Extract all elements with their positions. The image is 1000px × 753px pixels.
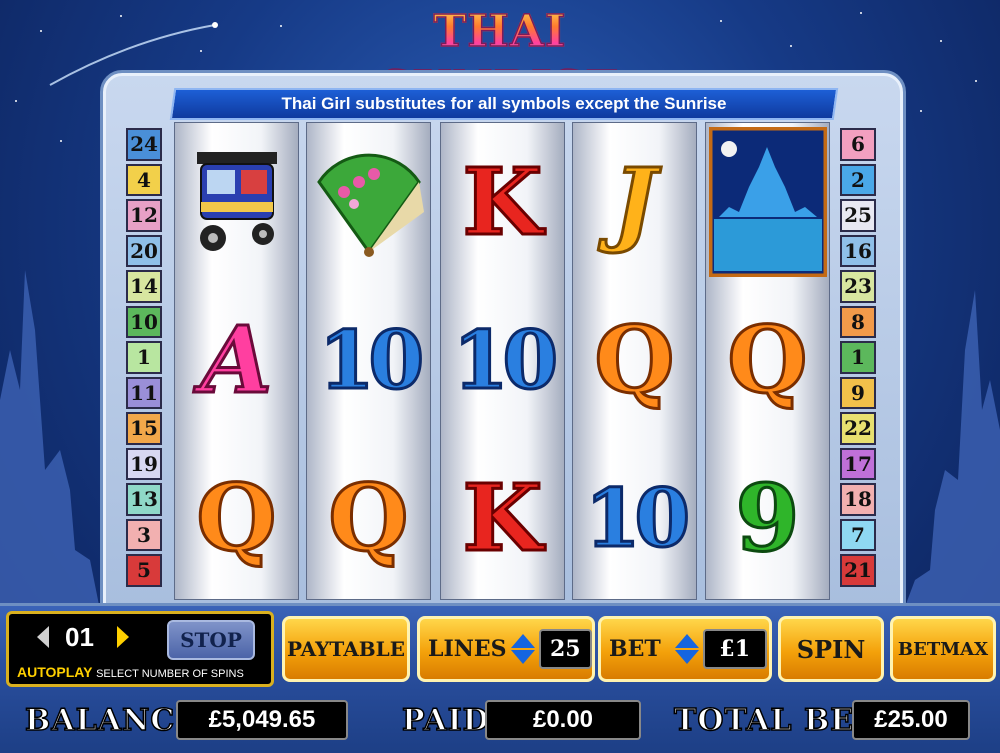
symbol-q-icon: Q — [327, 463, 410, 574]
spin-increase-button[interactable] — [117, 626, 129, 648]
symbol-a-icon: A — [199, 305, 273, 416]
bet-control: BET £1 — [598, 616, 772, 682]
autoplay-label: AUTOPLAY — [17, 664, 93, 680]
lines-control: LINES 25 — [417, 616, 595, 682]
betmax-button[interactable]: BETMAX — [890, 616, 996, 682]
payline-number-right: 18 — [840, 483, 876, 516]
reel-2: 10 Q — [306, 122, 431, 600]
payline-number-left: 11 — [126, 376, 162, 409]
payline-number-left: 13 — [126, 483, 162, 516]
symbol-k-icon: K — [461, 463, 544, 574]
total-bet-label: TOTAL BET — [673, 702, 878, 739]
payline-number-right: 25 — [840, 199, 876, 232]
bet-arrows[interactable] — [674, 634, 699, 664]
balance-value: £5,049.65 — [176, 700, 348, 740]
payline-number-right: 22 — [840, 412, 876, 445]
payline-number-left: 1 — [126, 341, 162, 374]
symbol-9-icon: 9 — [734, 463, 801, 574]
lines-up-icon[interactable] — [510, 634, 535, 648]
autoplay-hint: SELECT NUMBER OF SPINS — [96, 668, 244, 680]
banner-text: Thai Girl substitutes for all symbols ex… — [281, 94, 727, 113]
lines-value: 25 — [538, 629, 592, 669]
autoplay-panel: 01 STOP AUTOPLAY SELECT NUMBER OF SPINS — [6, 611, 274, 687]
reel-1: AQ — [174, 122, 299, 600]
spin-decrease-button[interactable] — [37, 626, 49, 648]
spin-button[interactable]: SPIN — [778, 616, 884, 682]
autoplay-label-row: AUTOPLAY SELECT NUMBER OF SPINS — [17, 664, 244, 680]
payline-numbers-left: 24 4 12 20 14 10 1 11 15 19 13 3 5 — [126, 128, 162, 590]
payline-number-right: 23 — [840, 270, 876, 303]
spin-count-value: 01 — [65, 622, 94, 652]
payline-number-right: 2 — [840, 163, 876, 196]
lines-label: LINES — [428, 636, 507, 662]
bet-down-icon[interactable] — [674, 650, 699, 664]
symbol-q-icon: Q — [195, 463, 278, 574]
lines-down-icon[interactable] — [510, 650, 535, 664]
balance-label: BALANCE — [24, 702, 200, 739]
sunrise-scatter-icon — [706, 123, 829, 281]
payline-number-right: 16 — [840, 234, 876, 267]
payline-number-left: 5 — [126, 554, 162, 587]
payline-number-left: 15 — [126, 412, 162, 445]
paytable-button[interactable]: PAYTABLE — [282, 616, 410, 682]
payline-number-right: 21 — [840, 554, 876, 587]
symbol-j-icon: J — [611, 147, 658, 258]
symbol-q-icon: Q — [726, 305, 809, 416]
payline-number-left: 10 — [126, 305, 162, 338]
reel-5: Q9 — [705, 122, 830, 600]
symbol-10-icon: 10 — [451, 312, 559, 409]
payline-numbers-right: 6 2 25 16 23 8 1 9 22 17 18 7 21 — [840, 128, 876, 590]
payline-number-right: 1 — [840, 341, 876, 374]
lines-arrows[interactable] — [510, 634, 535, 664]
reel-4: J Q 10 — [572, 122, 697, 600]
reel-3: K 10 K — [440, 122, 565, 600]
payline-number-right: 6 — [840, 128, 876, 161]
payline-number-right: 7 — [840, 518, 876, 551]
payline-number-left: 4 — [126, 163, 162, 196]
symbol-10-icon: 10 — [583, 470, 691, 567]
paid-value: £0.00 — [485, 700, 641, 740]
payline-number-left: 3 — [126, 518, 162, 551]
symbol-k-icon: K — [461, 147, 544, 258]
payline-number-left: 12 — [126, 199, 162, 232]
payline-number-left: 19 — [126, 447, 162, 480]
game-title-logo: THAI SUNRISE — [330, 4, 670, 114]
bet-value: £1 — [702, 629, 767, 669]
payline-number-right: 17 — [840, 447, 876, 480]
payline-number-left: 20 — [126, 234, 162, 267]
symbol-q-icon: Q — [593, 305, 676, 416]
payline-number-right: 8 — [840, 305, 876, 338]
stop-button[interactable]: STOP — [167, 620, 255, 660]
bet-up-icon[interactable] — [674, 634, 699, 648]
fan-icon — [307, 123, 430, 281]
info-banner: Thai Girl substitutes for all symbols ex… — [169, 88, 839, 120]
bet-label: BET — [609, 636, 661, 662]
payline-number-right: 9 — [840, 376, 876, 409]
tuk-tuk-icon — [175, 123, 298, 281]
symbol-10-icon: 10 — [317, 312, 425, 409]
payline-number-left: 24 — [126, 128, 162, 161]
total-bet-value: £25.00 — [852, 700, 970, 740]
payline-number-left: 14 — [126, 270, 162, 303]
paid-label: PAID — [401, 702, 490, 739]
